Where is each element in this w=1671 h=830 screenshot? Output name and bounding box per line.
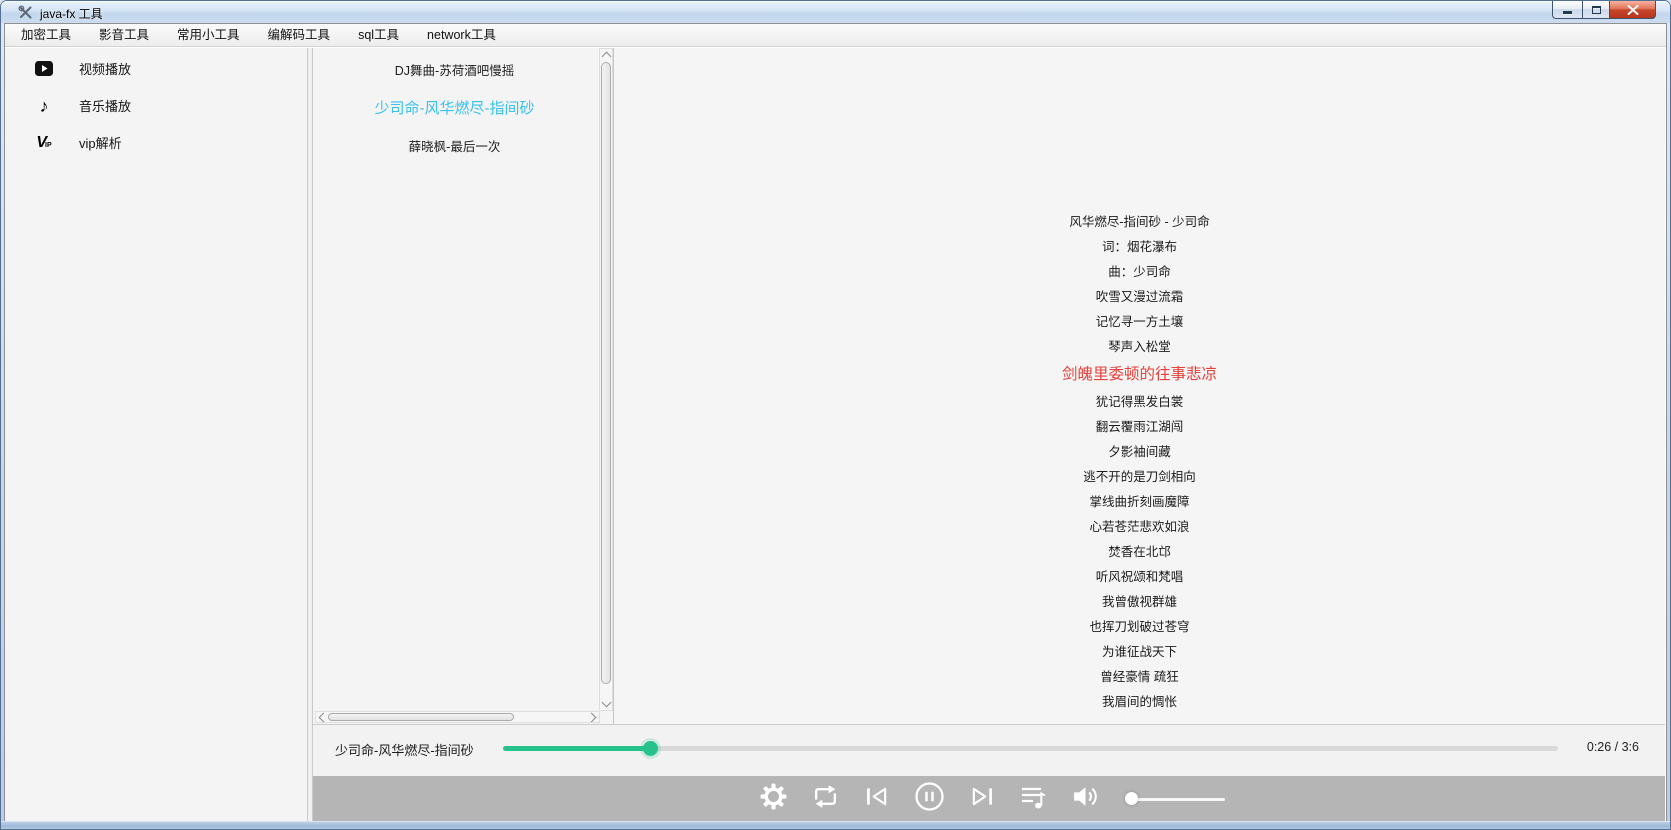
menu-item-3[interactable]: 编解码工具 <box>254 24 345 46</box>
repeat-button[interactable] <box>809 783 841 815</box>
scroll-down-icon[interactable] <box>600 698 612 710</box>
lyric-line: 也挥刀划破过苍穹 <box>614 615 1665 640</box>
lyric-line: 曲：少司命 <box>614 260 1665 285</box>
lyric-line: 翻云覆雨江湖闯 <box>614 415 1665 440</box>
title-bar[interactable]: java-fx 工具 <box>1 1 1670 23</box>
playlist-item-active[interactable]: 少司命-风华燃尽-指间砂 <box>313 88 596 126</box>
playlist-item-0[interactable]: DJ舞曲-苏荷酒吧慢摇 <box>313 50 596 88</box>
playlist-vertical-scrollbar[interactable] <box>599 48 613 711</box>
minimize-button[interactable] <box>1552 1 1582 19</box>
menu-item-5[interactable]: network工具 <box>413 24 510 46</box>
maximize-button[interactable] <box>1582 1 1610 19</box>
progress-slider[interactable] <box>503 741 1558 755</box>
progress-track[interactable] <box>503 746 1558 751</box>
playlist-horizontal-scrollbar[interactable] <box>315 711 600 723</box>
sidebar-item-2[interactable]: VIP vip解析 <box>5 124 307 161</box>
player-bar: 少司命-风华燃尽-指间砂 0:26 / 3:6 <box>313 724 1665 776</box>
next-icon <box>970 785 993 813</box>
lyric-line: 词：烟花瀑布 <box>614 235 1665 260</box>
lyric-line: 记忆寻一方土壤 <box>614 310 1665 335</box>
progress-fill <box>503 746 651 751</box>
sidebar-item-label: vip解析 <box>79 133 122 152</box>
sidebar-item-label: 视频播放 <box>79 59 131 78</box>
video-play-icon <box>33 61 55 76</box>
sidebar-item-0[interactable]: 视频播放 <box>5 50 307 87</box>
volume-icon <box>1072 783 1099 815</box>
menu-item-0[interactable]: 加密工具 <box>7 24 85 46</box>
close-icon <box>1627 5 1639 15</box>
volume-slider[interactable] <box>1118 788 1230 810</box>
scroll-up-icon[interactable] <box>600 49 612 61</box>
horizontal-scroll-thumb[interactable] <box>328 713 514 721</box>
menu-item-1[interactable]: 影音工具 <box>85 24 163 46</box>
lyric-line: 为谁征战天下 <box>614 640 1665 665</box>
repeat-icon <box>812 783 839 815</box>
settings-button[interactable] <box>757 783 789 815</box>
playlist-button[interactable] <box>1017 783 1049 815</box>
lyric-line: 心若苍茫悲欢如浪 <box>614 515 1665 540</box>
app-tools-icon <box>18 5 33 20</box>
scroll-left-icon[interactable] <box>316 711 328 723</box>
lyric-line: 逃不开的是刀剑相向 <box>614 465 1665 490</box>
progress-thumb[interactable] <box>643 741 658 756</box>
sidebar-item-1[interactable]: ♪ 音乐播放 <box>5 87 307 124</box>
maximize-icon <box>1592 6 1601 14</box>
menu-bar: 加密工具影音工具常用小工具编解码工具sql工具network工具 <box>5 24 1666 47</box>
scroll-right-icon[interactable] <box>587 711 599 723</box>
vip-icon: VIP <box>33 135 55 151</box>
pause-icon <box>914 781 945 817</box>
music-note-icon: ♪ <box>33 97 55 115</box>
volume-button[interactable] <box>1069 783 1101 815</box>
menu-item-4[interactable]: sql工具 <box>344 24 413 46</box>
lyric-line: 琴声入松堂 <box>614 335 1665 360</box>
vertical-scroll-thumb[interactable] <box>601 62 611 684</box>
lyrics-panel: 风华燃尽-指间砂 - 少司命词：烟花瀑布曲：少司命吹雪又漫过流霜记忆寻一方土壤琴… <box>614 48 1665 724</box>
time-display: 0:26 / 3:6 <box>1587 740 1639 754</box>
lyric-line: 我曾傲视群雄 <box>614 590 1665 615</box>
lyric-line: 焚香在北邙 <box>614 540 1665 565</box>
lyric-line: 夕影袖间藏 <box>614 440 1665 465</box>
menu-item-2[interactable]: 常用小工具 <box>163 24 254 46</box>
lyric-line: 风华燃尽-指间砂 - 少司命 <box>614 210 1665 235</box>
volume-track[interactable] <box>1125 798 1225 802</box>
window-bottom-frame <box>1 821 1670 829</box>
app-window: java-fx 工具 加密工具影音工具常用小工具编解码工具sql工具networ… <box>0 0 1671 830</box>
sidebar: 视频播放 ♪ 音乐播放 VIP vip解析 <box>5 48 307 822</box>
lyric-line: 吹雪又漫过流霜 <box>614 285 1665 310</box>
previous-icon <box>866 785 889 813</box>
window-title: java-fx 工具 <box>40 5 103 22</box>
lyric-line: 曾经豪情 疏狂 <box>614 665 1665 690</box>
playlist-panel: DJ舞曲-苏荷酒吧慢摇少司命-风华燃尽-指间砂薛晓枫-最后一次 <box>313 48 614 724</box>
lyric-line: 犹记得黑发白裳 <box>614 390 1665 415</box>
settings-icon <box>760 783 787 815</box>
volume-thumb[interactable] <box>1125 792 1138 805</box>
now-playing-title: 少司命-风华燃尽-指间砂 <box>335 740 474 759</box>
control-bar <box>313 776 1665 822</box>
close-button[interactable] <box>1610 1 1656 19</box>
lyric-line: 我眉间的惆怅 <box>614 690 1665 715</box>
next-button[interactable] <box>965 783 997 815</box>
playlist-icon <box>1020 784 1046 815</box>
lyric-line: 听风祝颂和梵唱 <box>614 565 1665 590</box>
pause-button[interactable] <box>913 783 945 815</box>
playlist-item-2[interactable]: 薛晓枫-最后一次 <box>313 126 596 164</box>
lyric-line-current: 剑魄里委顿的往事悲凉 <box>614 360 1665 390</box>
lyric-line: 掌线曲折刻画魔障 <box>614 490 1665 515</box>
minimize-icon <box>1563 11 1572 14</box>
previous-button[interactable] <box>861 783 893 815</box>
sidebar-item-label: 音乐播放 <box>79 96 131 115</box>
